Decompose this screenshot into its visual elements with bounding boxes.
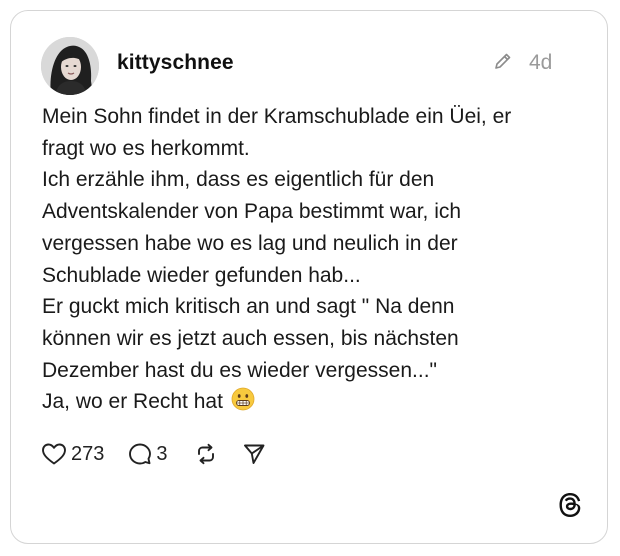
post-timestamp: 4d bbox=[529, 51, 553, 74]
threads-logo-icon bbox=[558, 492, 582, 518]
share-button[interactable] bbox=[242, 442, 266, 466]
avatar-photo bbox=[41, 37, 99, 95]
grimacing-face-emoji bbox=[231, 387, 255, 411]
post-text-line: Schublade wieder gefunden hab... bbox=[42, 263, 361, 287]
post-text-line: fragt wo es herkommt. bbox=[42, 136, 250, 160]
post-text: Mein Sohn findet in der Kramschublade ei… bbox=[42, 101, 592, 418]
post-text-line: Adventskalender von Papa bestimmt war, i… bbox=[42, 200, 462, 224]
post-actions: 273 3 bbox=[41, 439, 266, 469]
post-text-line: Ich erzähle ihm, dass es eigentlich für … bbox=[42, 168, 435, 192]
username[interactable]: kittyschnee bbox=[117, 51, 234, 75]
reply-button[interactable]: 3 bbox=[128, 442, 168, 466]
repost-icon bbox=[194, 442, 218, 466]
speech-bubble-icon bbox=[128, 442, 152, 466]
send-icon bbox=[242, 442, 266, 466]
post-text-line: können wir es jetzt auch essen, bis näch… bbox=[42, 326, 459, 350]
reply-count: 3 bbox=[156, 442, 168, 465]
avatar[interactable] bbox=[41, 37, 99, 95]
post-text-line: vergessen habe wo es lag und neulich in … bbox=[42, 231, 458, 255]
post-text-line: Mein Sohn findet in der Kramschublade ei… bbox=[42, 105, 512, 128]
post-text-line: Dezember hast du es wieder vergessen..." bbox=[42, 358, 437, 382]
post-text-line: Ja, wo er Recht hat bbox=[42, 390, 223, 414]
like-button[interactable]: 273 bbox=[41, 442, 104, 466]
repost-button[interactable] bbox=[194, 442, 218, 466]
pencil-icon bbox=[493, 51, 513, 71]
threads-post-card: kittyschnee 4d Mein Sohn findet in der K… bbox=[10, 10, 608, 544]
like-count: 273 bbox=[71, 442, 105, 465]
post-text-last-line: Ja, wo er Recht hat bbox=[42, 386, 592, 418]
heart-icon bbox=[41, 442, 67, 466]
post-text-line: Er guckt mich kritisch an und sagt " Na … bbox=[42, 295, 455, 319]
